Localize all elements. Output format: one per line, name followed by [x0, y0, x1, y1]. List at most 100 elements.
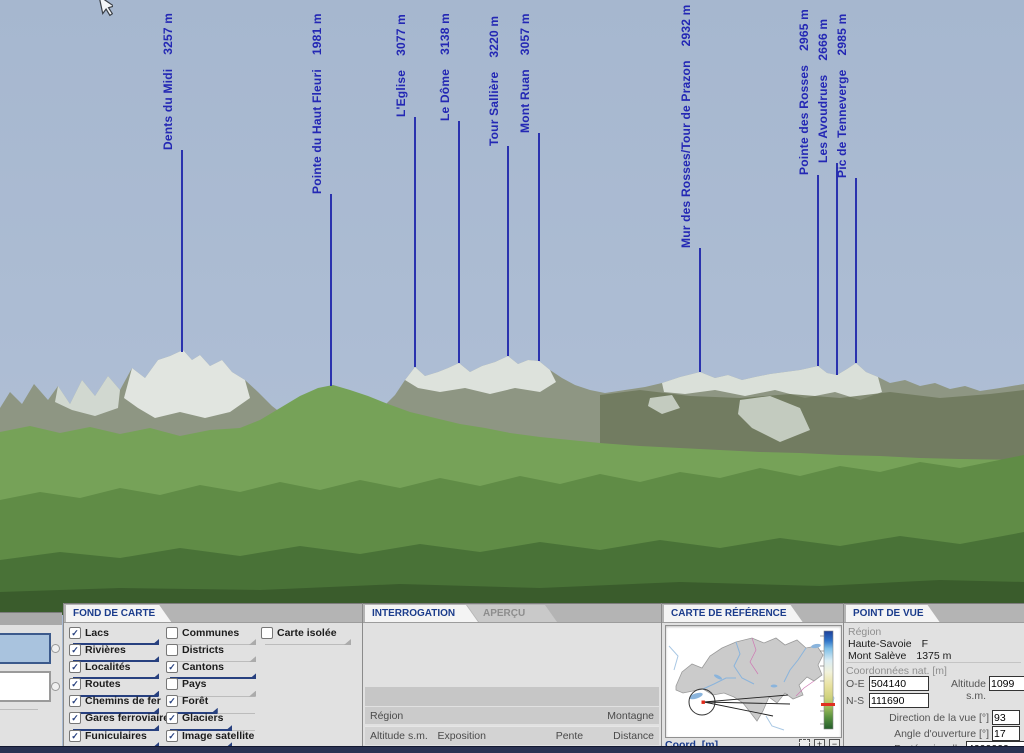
interrogation-body: Région Montagne Altitude s.m. Exposition…: [363, 623, 661, 747]
checkbox-icon[interactable]: ✓: [166, 661, 178, 673]
layer-label: Rivières: [85, 644, 126, 656]
layer-transparency-slider[interactable]: [265, 639, 350, 645]
ns-label: N-S: [846, 695, 864, 707]
peak-pointer-line: [699, 248, 701, 372]
swatch-knob-icon[interactable]: [51, 682, 60, 691]
fond-header: FOND DE CARTE: [64, 603, 363, 623]
direction-input[interactable]: [992, 710, 1020, 725]
peak-pointer-line: [836, 163, 838, 375]
peak-labels-layer: Dents du Midi3257 m Pointe du Haut Fleur…: [0, 0, 1024, 605]
checkbox-icon[interactable]: ✓: [69, 644, 81, 656]
layer-toggle-row[interactable]: ✓ Glaciers: [166, 713, 259, 724]
ns-input[interactable]: [869, 693, 929, 708]
tab-point-de-vue[interactable]: POINT DE VUE: [846, 605, 940, 622]
checkbox-icon[interactable]: [166, 627, 178, 639]
layer-label: Districts: [182, 644, 224, 656]
checkbox-icon[interactable]: ✓: [69, 661, 81, 673]
peak-name: Dents du Midi: [161, 69, 175, 150]
checkbox-icon[interactable]: ✓: [69, 627, 81, 639]
distance-label: Distance: [613, 730, 654, 742]
checkbox-icon[interactable]: ✓: [69, 712, 81, 724]
pente-label: Pente: [556, 730, 583, 742]
peak-pointer-line: [855, 178, 857, 363]
pdv-region-value: Haute-SavoieF: [848, 638, 928, 650]
layer-toggle-row[interactable]: ✓ Routes: [69, 679, 162, 690]
layer-label: Glaciers: [182, 712, 223, 724]
layer-toggle-row[interactable]: ✓ Image satellite: [166, 730, 259, 741]
peak-pointer-line: [458, 121, 460, 363]
peak-label: Le Dôme3138 m: [438, 13, 452, 121]
window-bottom-edge: [0, 746, 1024, 753]
layer-toggle-row[interactable]: Pays: [166, 679, 259, 690]
checkbox-icon[interactable]: [166, 678, 178, 690]
layer-toggle-row[interactable]: ✓ Funiculaires: [69, 730, 162, 741]
peak-elevation: 2932 m: [679, 4, 693, 46]
peak-elevation: 3057 m: [518, 13, 532, 55]
altitude-input[interactable]: [989, 676, 1024, 691]
region-label: Région: [370, 710, 403, 722]
swatch-knob-icon[interactable]: [51, 644, 60, 653]
layer-toggle-row[interactable]: ✓ Cantons: [166, 661, 259, 672]
color-swatch[interactable]: [0, 671, 51, 702]
panel-carte-de-reference: CARTE DE RÉFÉRENCE: [661, 603, 843, 746]
result-row-region: Région Montagne: [365, 707, 659, 724]
pdv-ns-row: N-S: [846, 695, 864, 707]
layer-toggle-row[interactable]: ✓ Rivières: [69, 644, 162, 655]
peak-elevation: 1981 m: [310, 13, 324, 55]
peak-label: Pointe des Rosses2965 m: [797, 9, 811, 175]
checkbox-icon[interactable]: [261, 627, 273, 639]
peak-label: Pointe du Haut Fleuri 1981 m: [310, 13, 324, 194]
pdv-region-label: Région: [848, 626, 881, 638]
peak-pointer-line: [817, 175, 819, 366]
tab-carte-de-reference[interactable]: CARTE DE RÉFÉRENCE: [664, 605, 803, 622]
peak-name: Le Dôme: [438, 69, 452, 121]
layer-toggle-row[interactable]: ✓ Forêt: [166, 696, 259, 707]
checkbox-icon[interactable]: ✓: [166, 695, 178, 707]
peak-label: Tour Sallière3220 m: [487, 16, 501, 146]
direction-label: Direction de la vue [°]: [846, 712, 989, 724]
layer-label: Image satellite: [182, 730, 254, 742]
color-swatch-selected[interactable]: [0, 633, 51, 664]
tab-interrogation[interactable]: INTERROGATION: [365, 605, 478, 622]
pdv-body: Région Haute-SavoieF Mont Salève1375 m C…: [844, 623, 1024, 747]
layer-toggle-row[interactable]: Districts: [166, 644, 259, 655]
layer-label: Carte isolée: [277, 627, 337, 639]
exposition-label: Exposition: [438, 730, 486, 742]
pdv-summit-value: Mont Salève1375 m: [848, 650, 951, 662]
oe-input[interactable]: [869, 676, 929, 691]
checkbox-icon[interactable]: ✓: [166, 712, 178, 724]
peak-name: Pointe du Haut Fleuri: [310, 69, 324, 194]
checkbox-icon[interactable]: ✓: [69, 730, 81, 742]
tab-fond-de-carte[interactable]: FOND DE CARTE: [66, 605, 171, 622]
peak-elevation: 2666 m: [816, 19, 830, 61]
peak-label: Mont Ruan 3057 m: [518, 13, 532, 133]
carte-header: CARTE DE RÉFÉRENCE: [662, 603, 843, 623]
angle-input[interactable]: [992, 726, 1020, 741]
peak-name: Tour Sallière: [487, 72, 501, 146]
checkbox-icon[interactable]: ✓: [69, 678, 81, 690]
layer-label: Funiculaires: [85, 730, 147, 742]
layer-label: Gares ferroviaires: [85, 712, 175, 724]
layer-label: Chemins de fer: [85, 695, 161, 707]
reference-map[interactable]: [665, 625, 842, 738]
peak-name: Mont Ruan: [518, 69, 532, 133]
checkbox-icon[interactable]: ✓: [69, 695, 81, 707]
peak-label: Dents du Midi3257 m: [161, 13, 175, 150]
layer-toggle-row[interactable]: ✓ Gares ferroviaires: [69, 713, 162, 724]
pdv-header: POINT DE VUE: [844, 603, 1024, 623]
switzerland-outline: [676, 638, 823, 721]
checkbox-icon[interactable]: ✓: [166, 730, 178, 742]
oe-label: O-E: [846, 678, 865, 690]
peak-label: Mur des Rosses/Tour de Prazon2932 m: [679, 4, 693, 248]
altitude-label: Altitude s.m.: [370, 730, 428, 742]
layer-toggle-row[interactable]: ✓ Chemins de fer: [69, 696, 162, 707]
layer-toggle-row[interactable]: Communes: [166, 627, 259, 638]
peak-pointer-line: [181, 150, 183, 352]
layer-toggle-row[interactable]: ✓ Localités: [69, 661, 162, 672]
pdv-oe-row: O-E Altitude s.m.: [846, 678, 865, 690]
layer-toggle-row[interactable]: Carte isolée: [261, 627, 354, 638]
tab-apercu[interactable]: APERÇU: [467, 605, 557, 622]
layer-toggle-row[interactable]: ✓ Lacs: [69, 627, 162, 638]
checkbox-icon[interactable]: [166, 644, 178, 656]
interrogation-header: INTERROGATION APERÇU: [363, 603, 661, 623]
